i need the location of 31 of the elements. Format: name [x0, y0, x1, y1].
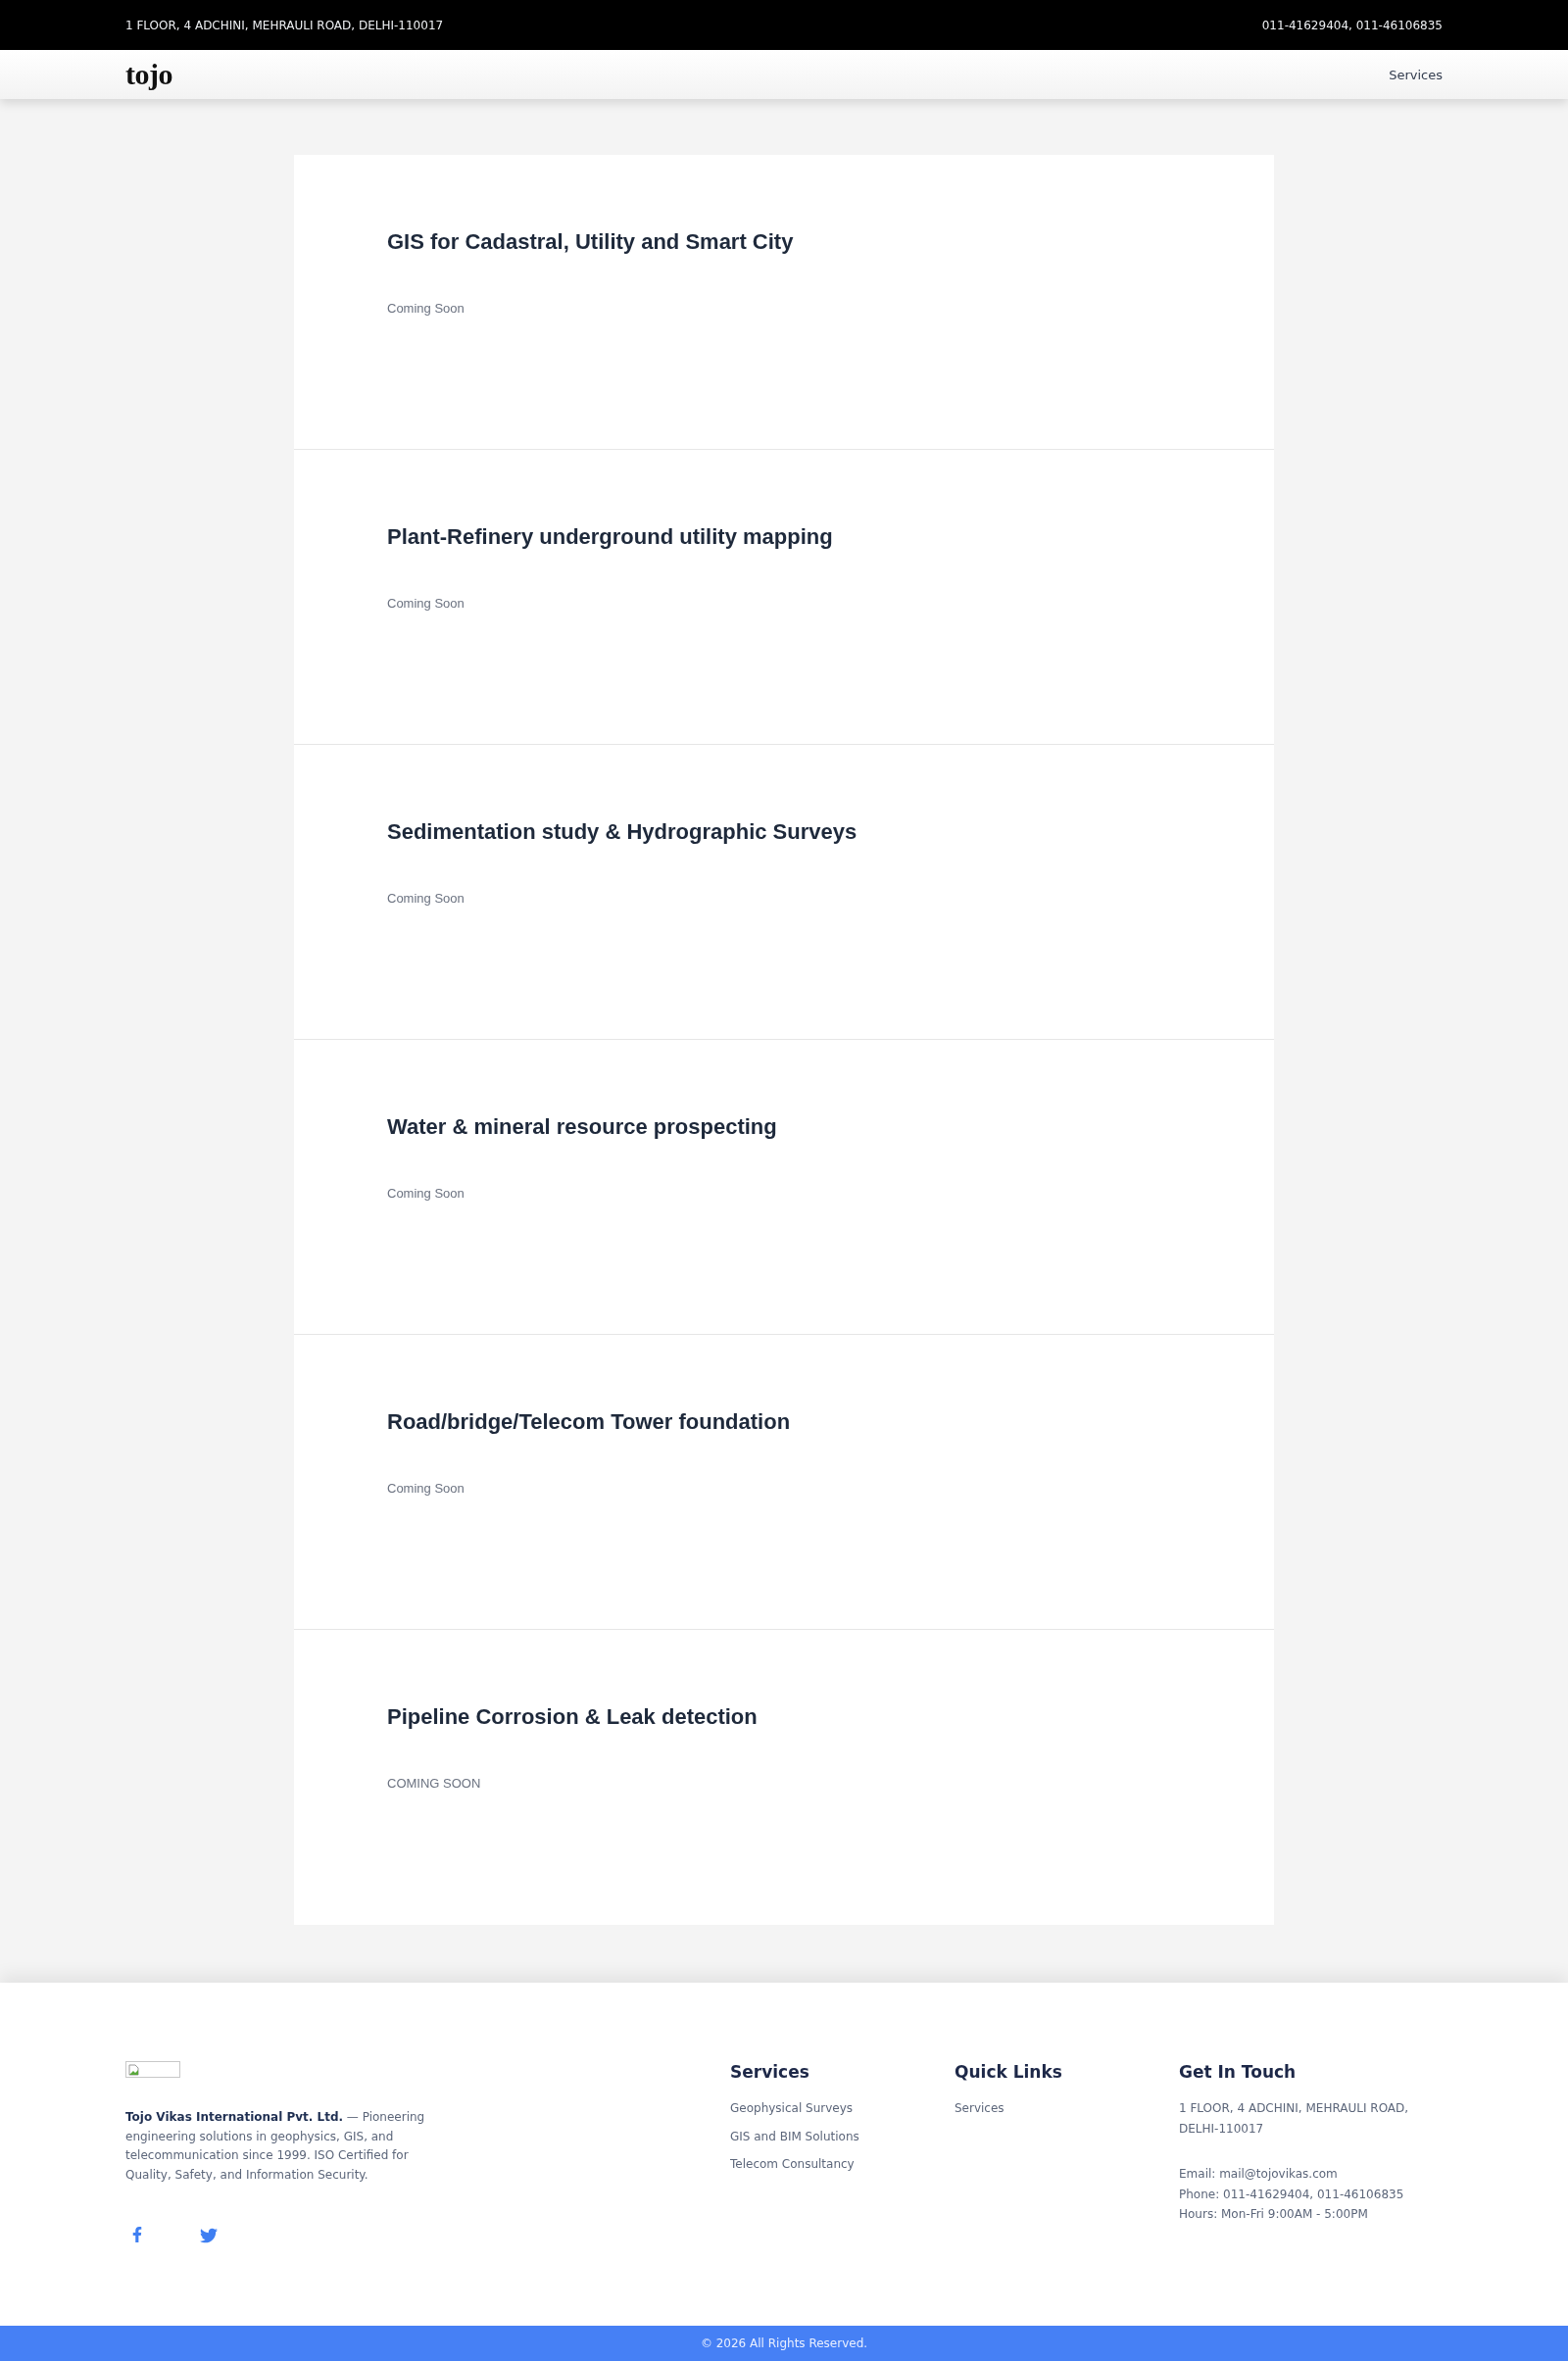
- broken-image-icon: [125, 2061, 180, 2078]
- address-text: 1 FLOOR, 4 ADCHINI, MEHRAULI ROAD, DELHI-110017: [125, 18, 444, 32]
- service-title: Plant-Refinery underground utility mapping: [387, 523, 833, 551]
- contact-detail: Email: mail@tojovikas.com: [1179, 2166, 1338, 2183]
- contact-detail: Hours: Mon-Fri 9:00AM - 5:00PM: [1179, 2206, 1368, 2223]
- service-title: Sedimentation study & Hydrographic Surveys: [387, 818, 858, 846]
- service-status: COMING SOON: [387, 1775, 481, 1793]
- footer-link[interactable]: Geophysical Surveys: [730, 2098, 854, 2118]
- footer-link[interactable]: Telecom Consultancy: [730, 2154, 855, 2174]
- contact-address: 1 FLOOR, 4 ADCHINI, MEHRAULI ROAD, DELHI-110017: [1179, 2100, 1410, 2138]
- service-status: Coming Soon: [387, 1480, 465, 1498]
- contact-detail: Phone: 011-41629404, 011-46106835: [1179, 2186, 1404, 2203]
- service-title: Road/bridge/Telecom Tower foundation: [387, 1408, 791, 1436]
- footer-heading: Quick Links: [955, 2061, 1062, 2084]
- footer-link[interactable]: Services: [955, 2098, 1004, 2118]
- logo[interactable]: tojo: [125, 60, 172, 89]
- footer-link[interactable]: GIS and BIM Solutions: [730, 2126, 859, 2146]
- copyright-text: © 2026 All Rights Reserved.: [700, 2336, 868, 2350]
- footer-heading: Services: [730, 2061, 809, 2084]
- service-title: GIS for Cadastral, Utility and Smart City: [387, 228, 794, 256]
- service-status: Coming Soon: [387, 300, 465, 318]
- service-title: Water & mineral resource prospecting: [387, 1113, 777, 1141]
- phone-text: 011-41629404, 011-46106835: [1261, 18, 1443, 32]
- nav-link[interactable]: Services: [1389, 67, 1443, 82]
- company-description: Tojo Vikas International Pvt. Ltd. — Pioneering engineering solutions in geophysics, GIS, and telecommunication since 1999. ISO Certified for Quality, Safety, and Information Security.: [125, 2109, 426, 2185]
- service-status: Coming Soon: [387, 1185, 465, 1203]
- bird-icon[interactable]: [200, 2226, 218, 2244]
- service-status: Coming Soon: [387, 595, 465, 613]
- footer-heading: Get In Touch: [1179, 2061, 1297, 2084]
- service-title: Pipeline Corrosion & Leak detection: [387, 1703, 758, 1731]
- service-status: Coming Soon: [387, 890, 465, 908]
